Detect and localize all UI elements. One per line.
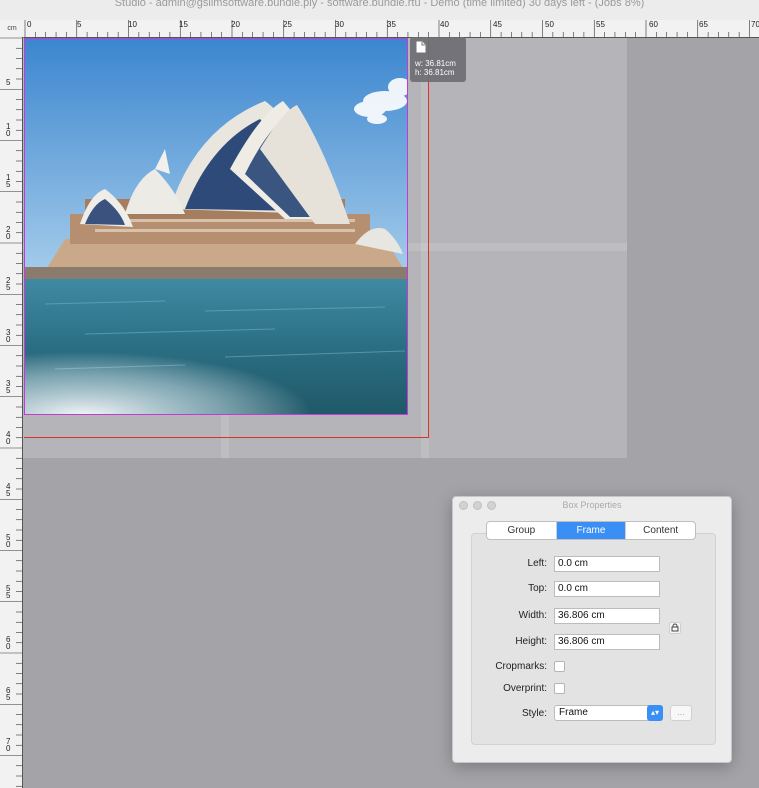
- horizontal-ruler[interactable]: 0 5 10 15 20 25 30 35 40 45 50 55 60 65 …: [24, 20, 759, 38]
- overprint-label: Overprint:: [503, 683, 547, 694]
- bleed-guide-horizontal: [24, 437, 429, 438]
- ruler-label: 50: [545, 20, 554, 29]
- ruler-label: 30: [6, 328, 11, 344]
- ruler-label: 35: [6, 379, 11, 395]
- ruler-label: 40: [6, 430, 11, 446]
- width-field[interactable]: 36.806 cm: [554, 608, 660, 624]
- width-label: Width:: [518, 610, 547, 621]
- cropmarks-label: Cropmarks:: [495, 661, 547, 672]
- ruler-label: 55: [596, 20, 605, 29]
- ruler-label: 40: [440, 20, 449, 29]
- property-tabs[interactable]: Group Frame Content: [486, 521, 696, 540]
- tooltip-width: w: 36.81cm: [415, 59, 456, 68]
- left-label: Left:: [527, 558, 547, 569]
- ruler-label: 30: [335, 20, 344, 29]
- style-label: Style:: [521, 708, 547, 719]
- ruler-label: 70: [6, 737, 11, 753]
- cropmarks-checkbox[interactable]: [554, 661, 565, 672]
- ruler-label: 60: [6, 635, 11, 651]
- ruler-label: 45: [6, 482, 11, 498]
- ruler-label: 20: [6, 225, 11, 241]
- ruler-label: 0: [27, 20, 32, 29]
- ruler-label: 15: [179, 20, 188, 29]
- ruler-label: 5: [6, 78, 11, 87]
- window-title: Studio - admin@gslimsoftware.bundle.ply …: [114, 0, 645, 9]
- ruler-label: 50: [6, 533, 11, 549]
- height-field[interactable]: 36.806 cm: [554, 634, 660, 650]
- ruler-label: 5: [77, 20, 82, 29]
- ruler-label: 15: [6, 173, 11, 189]
- style-select[interactable]: Frame ▴▾: [554, 705, 663, 721]
- top-field[interactable]: 0.0 cm: [554, 581, 660, 597]
- ruler-label: 70: [751, 20, 759, 29]
- style-select-value: Frame: [559, 707, 588, 718]
- tab-group[interactable]: Group: [487, 522, 557, 539]
- overprint-checkbox[interactable]: [554, 683, 565, 694]
- window-titlebar: Studio - admin@gslimsoftware.bundle.ply …: [0, 0, 759, 20]
- dialog-title: Box Properties: [562, 500, 622, 510]
- ruler-label: 25: [283, 20, 292, 29]
- ruler-label: 45: [493, 20, 502, 29]
- height-label: Height:: [515, 636, 547, 647]
- top-label: Top:: [528, 583, 547, 594]
- sydney-opera-house-photo: [25, 39, 407, 414]
- ruler-label: 20: [231, 20, 240, 29]
- lock-icon[interactable]: [669, 622, 681, 634]
- left-field[interactable]: 0.0 cm: [554, 556, 660, 572]
- tab-frame[interactable]: Frame: [556, 522, 627, 539]
- ruler-label: 55: [6, 584, 11, 600]
- tooltip-height: h: 36.81cm: [415, 68, 455, 77]
- tab-content[interactable]: Content: [626, 522, 695, 539]
- vertical-ruler[interactable]: 5 10 15 20 25 30 35 40 45 50 55 60 65 70: [0, 37, 23, 788]
- ruler-label: 60: [649, 20, 658, 29]
- ruler-label: 65: [699, 20, 708, 29]
- ruler-label: 25: [6, 276, 11, 292]
- ruler-label: 35: [387, 20, 396, 29]
- ruler-label: 10: [128, 20, 137, 29]
- vertical-ruler-ticks: [0, 37, 22, 787]
- size-tooltip: w: 36.81cm h: 36.81cm: [410, 37, 466, 82]
- ruler-label: 10: [6, 122, 11, 138]
- bleed-guide-vertical: [428, 38, 429, 438]
- ruler-label: 65: [6, 686, 11, 702]
- style-more-button[interactable]: ...: [670, 705, 692, 721]
- chevron-updown-icon: ▴▾: [647, 705, 663, 721]
- ruler-unit-corner[interactable]: cm: [0, 20, 25, 38]
- document-icon: [416, 41, 426, 53]
- box-properties-dialog[interactable]: Box Properties Group Frame Content Left:…: [452, 496, 732, 763]
- image-frame-selected[interactable]: [24, 38, 408, 415]
